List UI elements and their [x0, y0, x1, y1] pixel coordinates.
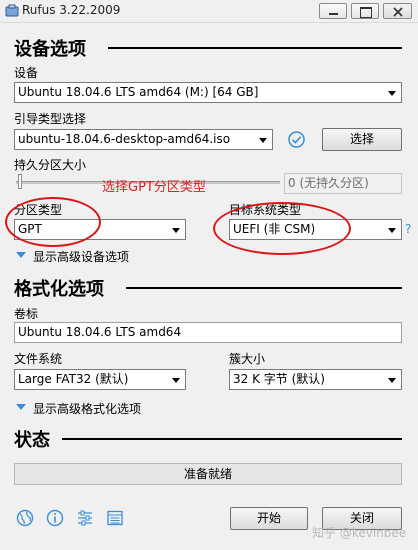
drive-section-title: 设备选项 [14, 39, 86, 60]
filesystem-dropdown[interactable]: Large FAT32 (默认) [14, 369, 186, 390]
status-section-title: 状态 [14, 430, 50, 451]
minimize-button[interactable] [319, 3, 347, 19]
boot-selection-value: ubuntu-18.04.6-desktop-amd64.iso [18, 132, 231, 146]
annotation-text: 选择GPT分区类型 [102, 180, 206, 195]
maximize-icon [360, 7, 372, 18]
filesystem-label: 文件系统 [14, 352, 63, 366]
chevron-down-icon [388, 91, 396, 96]
help-question-icon[interactable]: ? [405, 222, 411, 236]
annotation-ellipse-partition [5, 197, 101, 247]
close-window-button[interactable] [383, 3, 412, 19]
section-divider [62, 438, 402, 440]
select-button[interactable]: 选择 [322, 128, 402, 151]
filesystem-value: Large FAT32 (默认) [18, 372, 129, 386]
volume-label-label: 卷标 [14, 307, 39, 321]
close-icon [393, 7, 403, 17]
chevron-down-icon [388, 228, 396, 233]
cluster-size-label: 簇大小 [229, 352, 266, 366]
chevron-down-icon [388, 378, 396, 383]
advanced-drive-toggle[interactable]: 显示高级设备选项 [33, 248, 129, 265]
status-progress-bar: 准备就绪 [14, 463, 402, 485]
expand-advanced-drive-icon[interactable] [16, 252, 26, 258]
rufus-app-icon [5, 4, 19, 17]
annotation-ellipse-target [213, 202, 351, 255]
title-bar: Rufus 3.22.2009 [0, 0, 418, 23]
chevron-down-icon [172, 378, 180, 383]
persistent-size-label: 持久分区大小 [14, 158, 87, 172]
minimize-icon [329, 13, 338, 15]
device-dropdown[interactable]: Ubuntu 18.04.6 LTS amd64 (M:) [64 GB] [14, 82, 402, 103]
globe-icon[interactable] [16, 509, 34, 527]
maximize-button[interactable] [351, 3, 379, 19]
device-label: 设备 [14, 66, 39, 80]
boot-selection-label: 引导类型选择 [14, 112, 87, 126]
expand-advanced-format-icon[interactable] [16, 404, 26, 410]
section-divider [126, 287, 402, 289]
format-section-title: 格式化选项 [14, 279, 104, 300]
start-button[interactable]: 开始 [230, 507, 308, 530]
section-divider [108, 47, 402, 49]
boot-selection-dropdown[interactable]: ubuntu-18.04.6-desktop-amd64.iso [14, 129, 273, 150]
persistent-size-field[interactable]: 0 (无持久分区) [284, 173, 402, 194]
chevron-down-icon [172, 228, 180, 233]
settings-sliders-icon[interactable] [76, 509, 94, 527]
chevron-down-icon [259, 138, 267, 143]
device-value: Ubuntu 18.04.6 LTS amd64 (M:) [64 GB] [18, 85, 259, 99]
cluster-size-value: 32 K 字节 (默认) [233, 372, 325, 386]
info-icon[interactable] [46, 509, 64, 527]
advanced-format-toggle[interactable]: 显示高级格式化选项 [33, 400, 141, 417]
check-iso-icon[interactable] [287, 130, 306, 149]
log-icon[interactable] [106, 509, 124, 527]
persistent-slider-thumb[interactable] [18, 174, 22, 189]
window-title: Rufus 3.22.2009 [22, 3, 121, 17]
watermark-text: 知乎 @kevinbee [312, 526, 407, 540]
cluster-size-dropdown[interactable]: 32 K 字节 (默认) [229, 369, 402, 390]
volume-label-input[interactable]: Ubuntu 18.04.6 LTS amd64 [14, 322, 402, 343]
